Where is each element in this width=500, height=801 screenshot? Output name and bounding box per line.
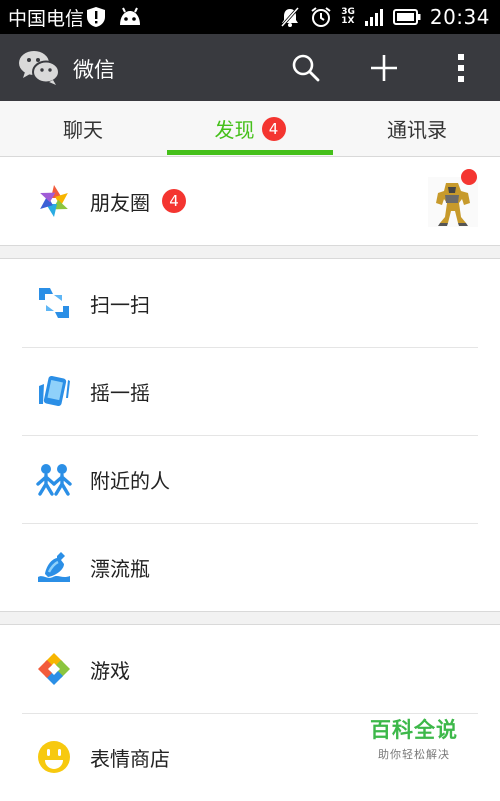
- moments-new-dot: [461, 169, 477, 185]
- active-tab-indicator: [167, 150, 333, 155]
- more-vertical-icon: [458, 53, 464, 82]
- watermark: 百科全说 助你轻松解决: [370, 714, 458, 762]
- sticker-store-label: 表情商店: [90, 746, 170, 771]
- add-button[interactable]: [358, 34, 410, 101]
- menu-item-shake[interactable]: 摇一摇: [0, 347, 500, 435]
- network-type: 3G 1X: [341, 8, 355, 26]
- battery-icon: [392, 9, 421, 25]
- shield-icon: [87, 7, 105, 27]
- smiley-icon: [38, 741, 70, 773]
- alarm-icon: [311, 7, 331, 27]
- wechat-logo-icon: [19, 51, 60, 85]
- section-divider: [0, 611, 500, 625]
- app-bar: 微信: [0, 34, 500, 101]
- scan-icon: [39, 288, 69, 318]
- notifications-off-icon: [281, 7, 300, 27]
- people-nearby-icon: [36, 464, 72, 496]
- games-icon: [38, 653, 70, 685]
- discover-badge: 4: [261, 116, 286, 141]
- moments-badge: 4: [162, 189, 186, 213]
- plus-icon: [371, 54, 397, 81]
- menu-item-games[interactable]: 游戏: [0, 625, 500, 713]
- watermark-title: 百科全说: [370, 718, 458, 742]
- network-1x-label: 1X: [341, 16, 355, 26]
- tab-contacts[interactable]: 通讯录: [334, 101, 500, 156]
- section-divider: [0, 245, 500, 259]
- search-button[interactable]: [280, 34, 332, 101]
- nearby-label: 附近的人: [90, 468, 170, 493]
- android-icon: [120, 7, 140, 25]
- clock-time: 20:34: [429, 5, 490, 29]
- tab-contacts-label: 通讯录: [387, 118, 447, 142]
- signal-icon: [364, 9, 383, 26]
- scan-label: 扫一扫: [90, 292, 150, 317]
- shake-label: 摇一摇: [90, 380, 150, 405]
- menu-item-scan[interactable]: 扫一扫: [0, 259, 500, 347]
- discover-list: 朋友圈 4 扫一扫 摇一摇 附近的人 漂流瓶 游戏 表情商店: [0, 157, 500, 801]
- watermark-subtitle: 助你轻松解决: [378, 748, 450, 761]
- shake-icon: [39, 375, 70, 407]
- tab-bar: 聊天 发现 4 通讯录: [0, 101, 500, 157]
- status-bar: 中国电信 3G 1X 20:34: [0, 0, 500, 34]
- games-label: 游戏: [90, 658, 130, 683]
- menu-item-drift-bottle[interactable]: 漂流瓶: [0, 523, 500, 611]
- drift-bottle-icon: [38, 552, 70, 582]
- moments-label: 朋友圈: [90, 190, 150, 215]
- more-options-button[interactable]: [435, 34, 487, 101]
- tab-discover[interactable]: 发现 4: [167, 101, 333, 156]
- drift-bottle-label: 漂流瓶: [90, 556, 150, 581]
- tab-chats-label: 聊天: [63, 118, 103, 142]
- app-title: 微信: [73, 58, 115, 82]
- tab-discover-label: 发现: [214, 118, 255, 142]
- tab-chats[interactable]: 聊天: [0, 101, 166, 156]
- carrier-name: 中国电信: [8, 8, 85, 30]
- search-icon: [292, 54, 320, 81]
- moments-icon: [40, 185, 68, 217]
- menu-item-moments[interactable]: 朋友圈 4: [0, 157, 500, 245]
- menu-item-nearby[interactable]: 附近的人: [0, 435, 500, 523]
